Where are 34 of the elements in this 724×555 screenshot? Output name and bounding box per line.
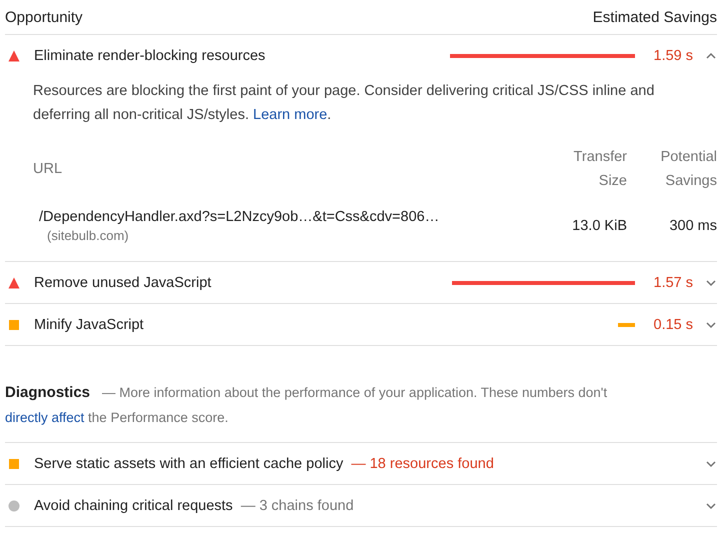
host-text: (sitebulb.com) (47, 228, 130, 243)
audit-row[interactable]: Serve static assets with an efficient cache policy — 18 resources found (5, 443, 717, 485)
chevron-icon[interactable] (705, 460, 717, 468)
audit-title: Serve static assets with an efficient cache policy (34, 456, 344, 472)
url-text: /DependencyHandler.axd?s=L2Nzcy9ob…&t=Css&cdv=806… (39, 209, 440, 225)
audit-row[interactable]: Minify JavaScript 0.15 s (5, 304, 717, 345)
audit-title: Minify JavaScript (34, 316, 145, 332)
audit-row[interactable]: Avoid chaining critical requests — 3 chains found (5, 485, 717, 527)
audit-description: Resources are blocking the first paint of your page. Consider delivering critical JS/CSS inline and deferring all non-critical JS/styles. Learn more. (33, 82, 656, 125)
chevron-icon[interactable] (705, 52, 717, 60)
audit-summary: — 18 resources found (351, 456, 495, 472)
directly-affect-link[interactable]: directly affect (5, 410, 84, 425)
section-description: Diagnostics — More information about the performance of your application. These numbers don't directly affect the Performance score. (5, 383, 608, 427)
audit-row[interactable]: Eliminate render-blocking resources 1.59 s (5, 35, 717, 76)
table-cell-text: 300 ms (668, 217, 717, 236)
chevron-icon[interactable] (705, 278, 717, 286)
column-header: Transfer Size (572, 148, 627, 191)
chevron-icon[interactable] (705, 320, 717, 328)
audit-title: Eliminate render-blocking resources (34, 48, 266, 64)
savings-bar (618, 322, 635, 326)
table-cell-text: 13.0 KiB (571, 217, 627, 236)
column-header: URL (33, 160, 64, 179)
column-heading: Estimated Savings (592, 8, 717, 26)
audit-title: Remove unused JavaScript (34, 274, 212, 290)
savings-value: 0.15 s (652, 316, 693, 332)
column-header: Potential Savings (627, 145, 717, 193)
savings-value: 1.59 s (652, 48, 693, 64)
chevron-icon[interactable] (705, 502, 717, 510)
savings-value: 1.57 s (652, 274, 693, 290)
learn-more-link[interactable]: Learn more (253, 107, 328, 123)
audit-row[interactable]: Remove unused JavaScript 1.57 s (5, 262, 717, 303)
column-heading: Opportunity (5, 8, 83, 26)
audit-summary: — 3 chains found (240, 498, 355, 514)
audit-title: Avoid chaining critical requests (34, 498, 233, 514)
